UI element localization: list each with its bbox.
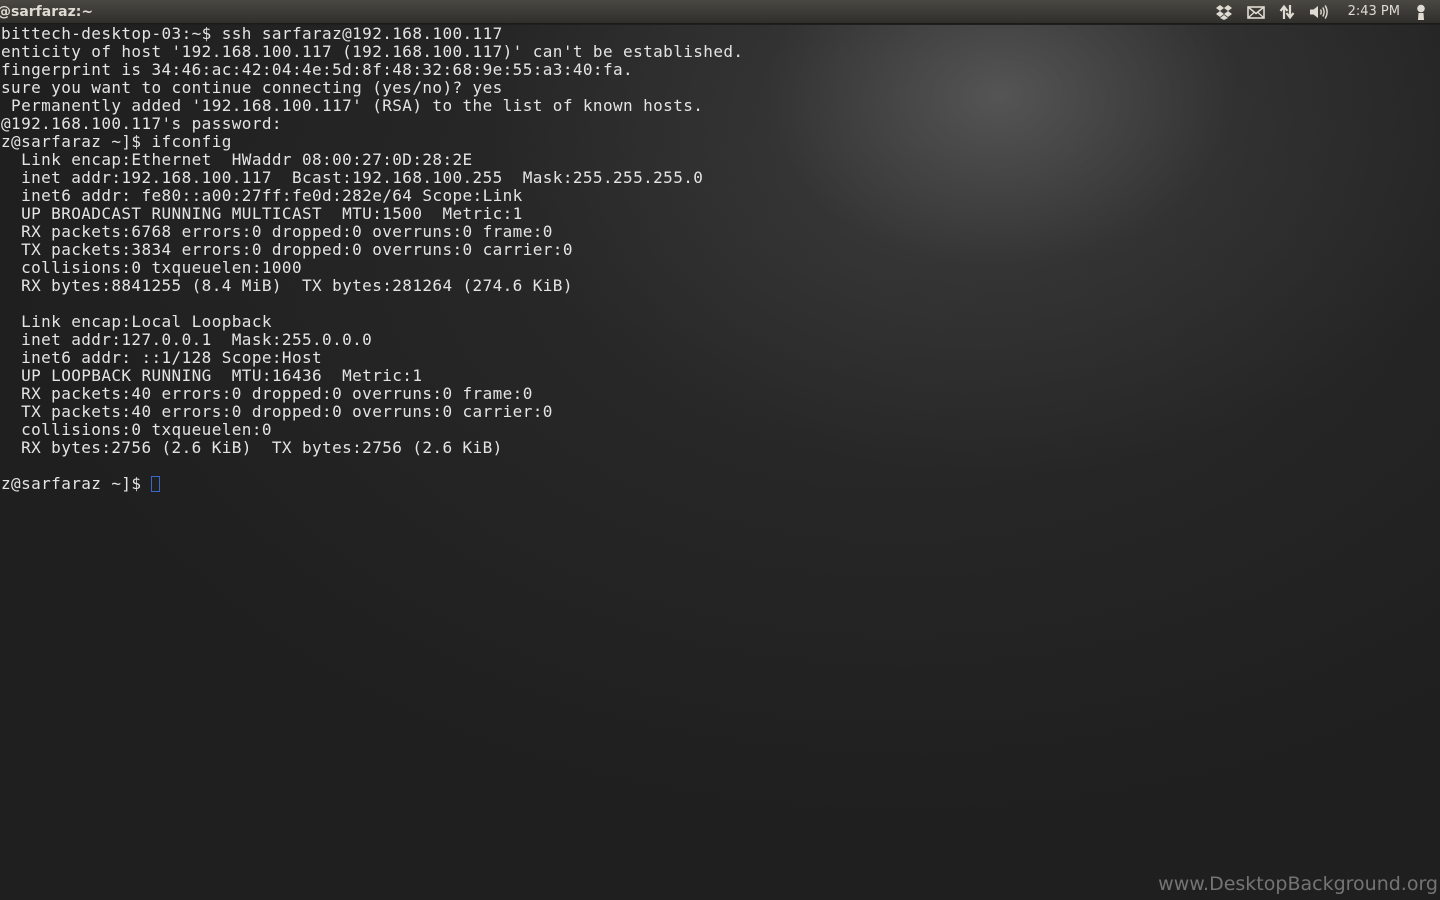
dropbox-icon[interactable] bbox=[1208, 0, 1240, 23]
clock[interactable]: 2:43 PM bbox=[1336, 0, 1410, 23]
terminal-line: Permanently added '192.168.100.117' (RSA… bbox=[1, 96, 704, 115]
terminal-line: RX bytes:8841255 (8.4 MiB) TX bytes:2812… bbox=[1, 276, 573, 295]
terminal-line: z@sarfaraz ~]$ ifconfig bbox=[1, 132, 232, 151]
terminal-line: sure you want to continue connecting (ye… bbox=[1, 78, 503, 97]
sound-icon[interactable] bbox=[1302, 0, 1336, 23]
terminal-line: TX packets:3834 errors:0 dropped:0 overr… bbox=[1, 240, 573, 259]
terminal-line: UP LOOPBACK RUNNING MTU:16436 Metric:1 bbox=[1, 366, 423, 385]
terminal-line: inet addr:127.0.0.1 Mask:255.0.0.0 bbox=[1, 330, 373, 349]
terminal-line: Link encap:Local Loopback bbox=[1, 312, 272, 331]
watermark: www.DesktopBackground.org bbox=[1158, 873, 1438, 895]
terminal-line: RX packets:6768 errors:0 dropped:0 overr… bbox=[1, 222, 553, 241]
terminal-line: enticity of host '192.168.100.117 (192.1… bbox=[1, 42, 744, 61]
top-panel: @sarfaraz:~ 2:43 PM bbox=[0, 0, 1440, 24]
terminal-line: Link encap:Ethernet HWaddr 08:00:27:0D:2… bbox=[1, 150, 473, 169]
terminal-window[interactable]: bittech-desktop-03:~$ ssh sarfaraz@192.1… bbox=[0, 25, 1440, 900]
terminal-line: collisions:0 txqueuelen:1000 bbox=[1, 258, 302, 277]
terminal-line: RX packets:40 errors:0 dropped:0 overrun… bbox=[1, 384, 533, 403]
user-icon[interactable] bbox=[1410, 0, 1440, 23]
terminal-line: inet6 addr: fe80::a00:27ff:fe0d:282e/64 … bbox=[1, 186, 523, 205]
window-title: @sarfaraz:~ bbox=[0, 3, 94, 20]
terminal-line: RX bytes:2756 (2.6 KiB) TX bytes:2756 (2… bbox=[1, 438, 503, 457]
shell-prompt: z@sarfaraz ~]$ bbox=[1, 474, 142, 493]
text-cursor bbox=[151, 476, 161, 492]
terminal-line: @192.168.100.117's password: bbox=[1, 114, 282, 133]
terminal-line: inet addr:192.168.100.117 Bcast:192.168.… bbox=[1, 168, 704, 187]
terminal-line: TX packets:40 errors:0 dropped:0 overrun… bbox=[1, 402, 553, 421]
terminal-output: bittech-desktop-03:~$ ssh sarfaraz@192.1… bbox=[1, 25, 743, 493]
indicator-area: 2:43 PM bbox=[1208, 0, 1440, 23]
terminal-line: UP BROADCAST RUNNING MULTICAST MTU:1500 … bbox=[1, 204, 523, 223]
network-icon[interactable] bbox=[1272, 0, 1302, 23]
terminal-line: collisions:0 txqueuelen:0 bbox=[1, 420, 272, 439]
terminal-line: fingerprint is 34:46:ac:42:04:4e:5d:8f:4… bbox=[1, 60, 634, 79]
terminal-line: inet6 addr: ::1/128 Scope:Host bbox=[1, 348, 323, 367]
terminal-line: bittech-desktop-03:~$ ssh sarfaraz@192.1… bbox=[1, 25, 503, 43]
mail-icon[interactable] bbox=[1240, 0, 1272, 23]
prompt-line[interactable]: z@sarfaraz ~]$ bbox=[1, 475, 743, 493]
